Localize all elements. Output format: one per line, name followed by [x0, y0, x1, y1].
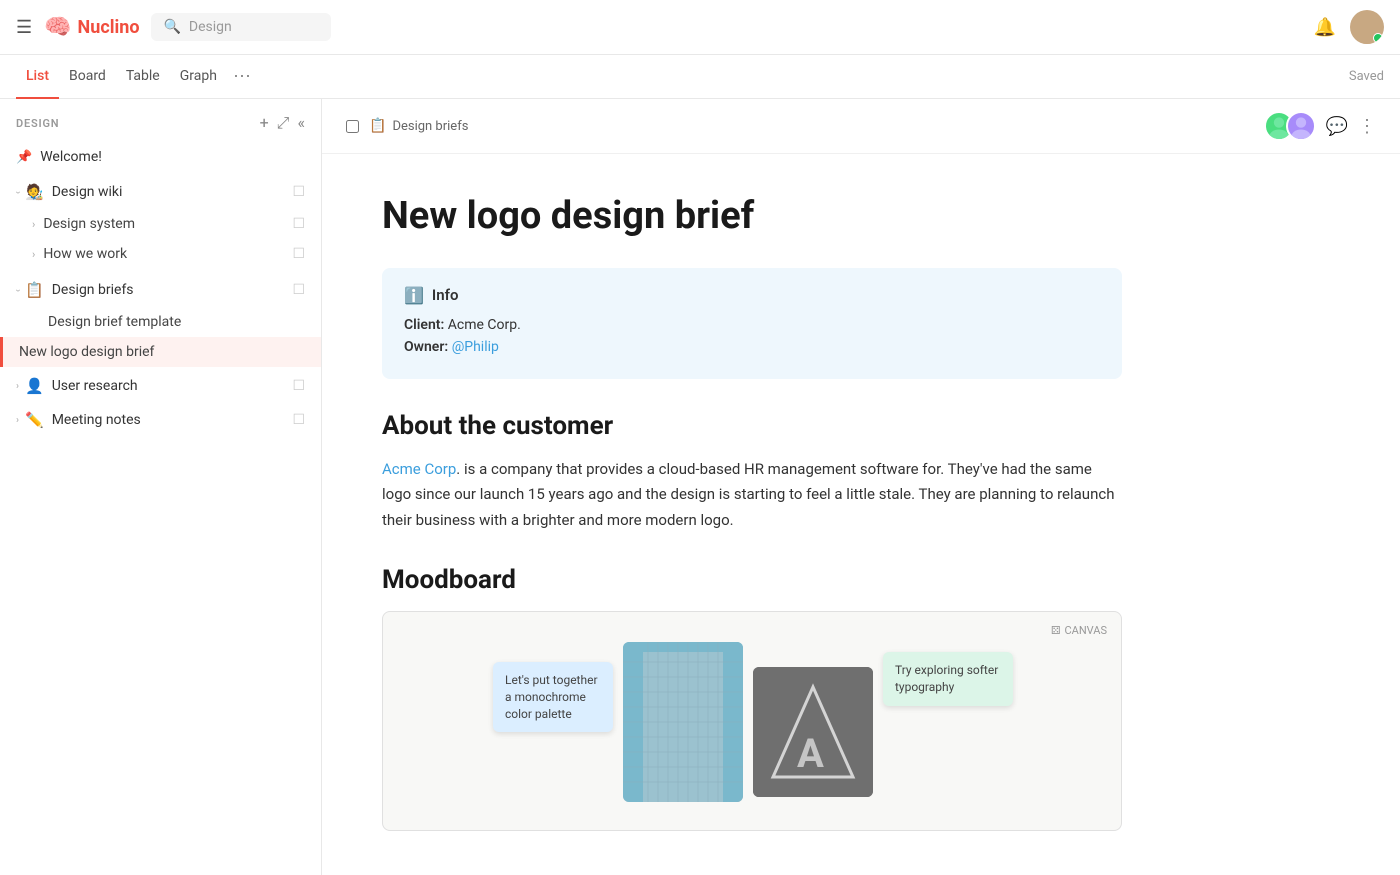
collab-avatar-2	[1286, 111, 1316, 141]
doc-content: New logo design brief ℹ️ Info Client: Ac…	[322, 154, 1182, 871]
moodboard-heading: Moodboard	[382, 565, 1122, 595]
sidebar-item-user-research[interactable]: › 👤 User research ☐	[0, 369, 321, 403]
breadcrumb-label: Design briefs	[392, 119, 468, 134]
tabbar: List Board Table Graph ⋯ Saved	[0, 55, 1400, 99]
sticky-note-2: Try exploring softer typography	[883, 652, 1013, 706]
info-box-header: ℹ️ Info	[404, 286, 1100, 305]
content-topbar-right: 💬 ⋮	[1264, 111, 1376, 141]
search-bar[interactable]: 🔍 Design	[151, 13, 331, 41]
acme-corp-link[interactable]: Acme Corp	[382, 460, 456, 478]
moodboard-canvas: ⚄ CANVAS Let's put together a monochrome…	[382, 611, 1122, 831]
topnav: ☰ 🧠 Nuclino 🔍 Design 🔔	[0, 0, 1400, 55]
content-area: 📋 Design briefs	[322, 99, 1400, 875]
bell-icon[interactable]: 🔔	[1314, 17, 1336, 38]
sidebar-expand-icon[interactable]: ⤢	[277, 113, 290, 133]
main-area: DESIGN + ⤢ « 📌 Welcome! › 🧑‍🎨 Design wik…	[0, 99, 1400, 875]
building-image	[623, 642, 743, 802]
doc-title: New logo design brief	[382, 194, 1122, 240]
logo-icon: 🧠	[44, 15, 71, 40]
hamburger-icon[interactable]: ☰	[16, 17, 32, 38]
user-avatar[interactable]	[1350, 10, 1384, 44]
client-label: Client:	[404, 317, 448, 333]
how-we-work-label: How we work	[43, 246, 292, 262]
info-box: ℹ️ Info Client: Acme Corp. Owner: @Phili…	[382, 268, 1122, 379]
user-research-label: User research	[52, 378, 293, 394]
design-system-check-icon: ☐	[292, 216, 305, 232]
sidebar-item-new-logo-design-brief[interactable]: New logo design brief	[0, 337, 321, 367]
new-logo-design-brief-label: New logo design brief	[19, 344, 305, 360]
content-topbar: 📋 Design briefs	[322, 99, 1400, 154]
design-brief-template-label: Design brief template	[32, 314, 305, 330]
pin-icon: 📌	[16, 150, 32, 165]
sidebar-header: DESIGN + ⤢ «	[0, 99, 321, 141]
topnav-right: 🔔	[1314, 10, 1384, 44]
sidebar-item-welcome[interactable]: 📌 Welcome!	[0, 141, 321, 173]
sidebar-item-design-wiki[interactable]: › 🧑‍🎨 Design wiki ☐	[0, 175, 321, 209]
how-we-work-check-icon: ☐	[292, 246, 305, 262]
doc-checkbox[interactable]	[346, 120, 359, 133]
canvas-inner: Let's put together a monochrome color pa…	[383, 612, 1121, 830]
sticky-note-1: Let's put together a monochrome color pa…	[493, 662, 613, 732]
about-paragraph: Acme Corp. is a company that provides a …	[382, 457, 1122, 534]
search-icon: 🔍	[163, 19, 180, 35]
chevron-right-icon-2: ›	[32, 248, 35, 261]
logo-text: Nuclino	[78, 17, 140, 38]
about-heading: About the customer	[382, 411, 1122, 441]
chevron-down-icon-2: ›	[12, 288, 23, 291]
sidebar-add-icon[interactable]: +	[260, 113, 269, 133]
tab-graph[interactable]: Graph	[170, 55, 227, 99]
info-client-row: Client: Acme Corp.	[404, 317, 1100, 333]
sidebar-item-design-system[interactable]: › Design system ☐	[0, 209, 321, 239]
sidebar-collapse-icon[interactable]: «	[297, 113, 305, 133]
sidebar-welcome-label: Welcome!	[40, 149, 102, 165]
meeting-notes-icon: ✏️	[25, 411, 44, 429]
meeting-notes-check-icon: ☐	[292, 412, 305, 428]
sidebar-section-title: DESIGN	[16, 117, 252, 130]
design-briefs-check-icon: ☐	[292, 282, 305, 298]
tab-more-icon[interactable]: ⋯	[233, 66, 251, 87]
tab-board[interactable]: Board	[59, 55, 116, 99]
client-value: Acme Corp.	[448, 317, 521, 333]
sidebar-group-design-wiki: › 🧑‍🎨 Design wiki ☐ › Design system ☐ › …	[0, 173, 321, 271]
svg-text:A: A	[797, 730, 824, 777]
breadcrumb-icon: 📋	[369, 118, 386, 134]
sidebar-group-design-briefs: › 📋 Design briefs ☐ Design brief templat…	[0, 271, 321, 369]
more-options-icon[interactable]: ⋮	[1358, 116, 1376, 137]
sidebar-actions: + ⤢ «	[260, 113, 305, 133]
info-owner-row: Owner: @Philip	[404, 339, 1100, 355]
meeting-notes-label: Meeting notes	[52, 412, 293, 428]
tab-table[interactable]: Table	[116, 55, 170, 99]
design-system-label: Design system	[43, 216, 292, 232]
chevron-right-icon-4: ›	[16, 415, 19, 426]
owner-label: Owner:	[404, 339, 452, 355]
chevron-right-icon-3: ›	[16, 381, 19, 392]
collab-avatars	[1264, 111, 1316, 141]
info-icon: ℹ️	[404, 286, 424, 305]
design-briefs-icon: 📋	[25, 281, 44, 299]
owner-value[interactable]: @Philip	[452, 339, 499, 355]
comment-icon[interactable]: 💬	[1326, 116, 1348, 137]
saved-label: Saved	[1349, 69, 1384, 84]
user-research-icon: 👤	[25, 377, 44, 395]
design-wiki-check-icon: ☐	[292, 184, 305, 200]
chevron-down-icon: ›	[12, 190, 23, 193]
sidebar-item-design-briefs[interactable]: › 📋 Design briefs ☐	[0, 273, 321, 307]
sidebar-item-design-brief-template[interactable]: Design brief template	[0, 307, 321, 337]
design-wiki-icon: 🧑‍🎨	[25, 183, 44, 201]
logo[interactable]: 🧠 Nuclino	[44, 15, 139, 40]
chevron-right-icon: ›	[32, 218, 35, 231]
about-text: . is a company that provides a cloud-bas…	[382, 460, 1114, 529]
tab-list[interactable]: List	[16, 55, 59, 99]
sidebar-item-meeting-notes[interactable]: › ✏️ Meeting notes ☐	[0, 403, 321, 437]
user-research-check-icon: ☐	[292, 378, 305, 394]
info-heading: Info	[432, 286, 459, 304]
dark-abstract-image: A	[753, 667, 873, 797]
search-placeholder: Design	[189, 19, 232, 35]
design-briefs-label: Design briefs	[52, 282, 293, 298]
sidebar-item-how-we-work[interactable]: › How we work ☐	[0, 239, 321, 269]
sidebar: DESIGN + ⤢ « 📌 Welcome! › 🧑‍🎨 Design wik…	[0, 99, 322, 875]
breadcrumb: 📋 Design briefs	[369, 118, 468, 134]
design-wiki-label: Design wiki	[52, 184, 293, 200]
